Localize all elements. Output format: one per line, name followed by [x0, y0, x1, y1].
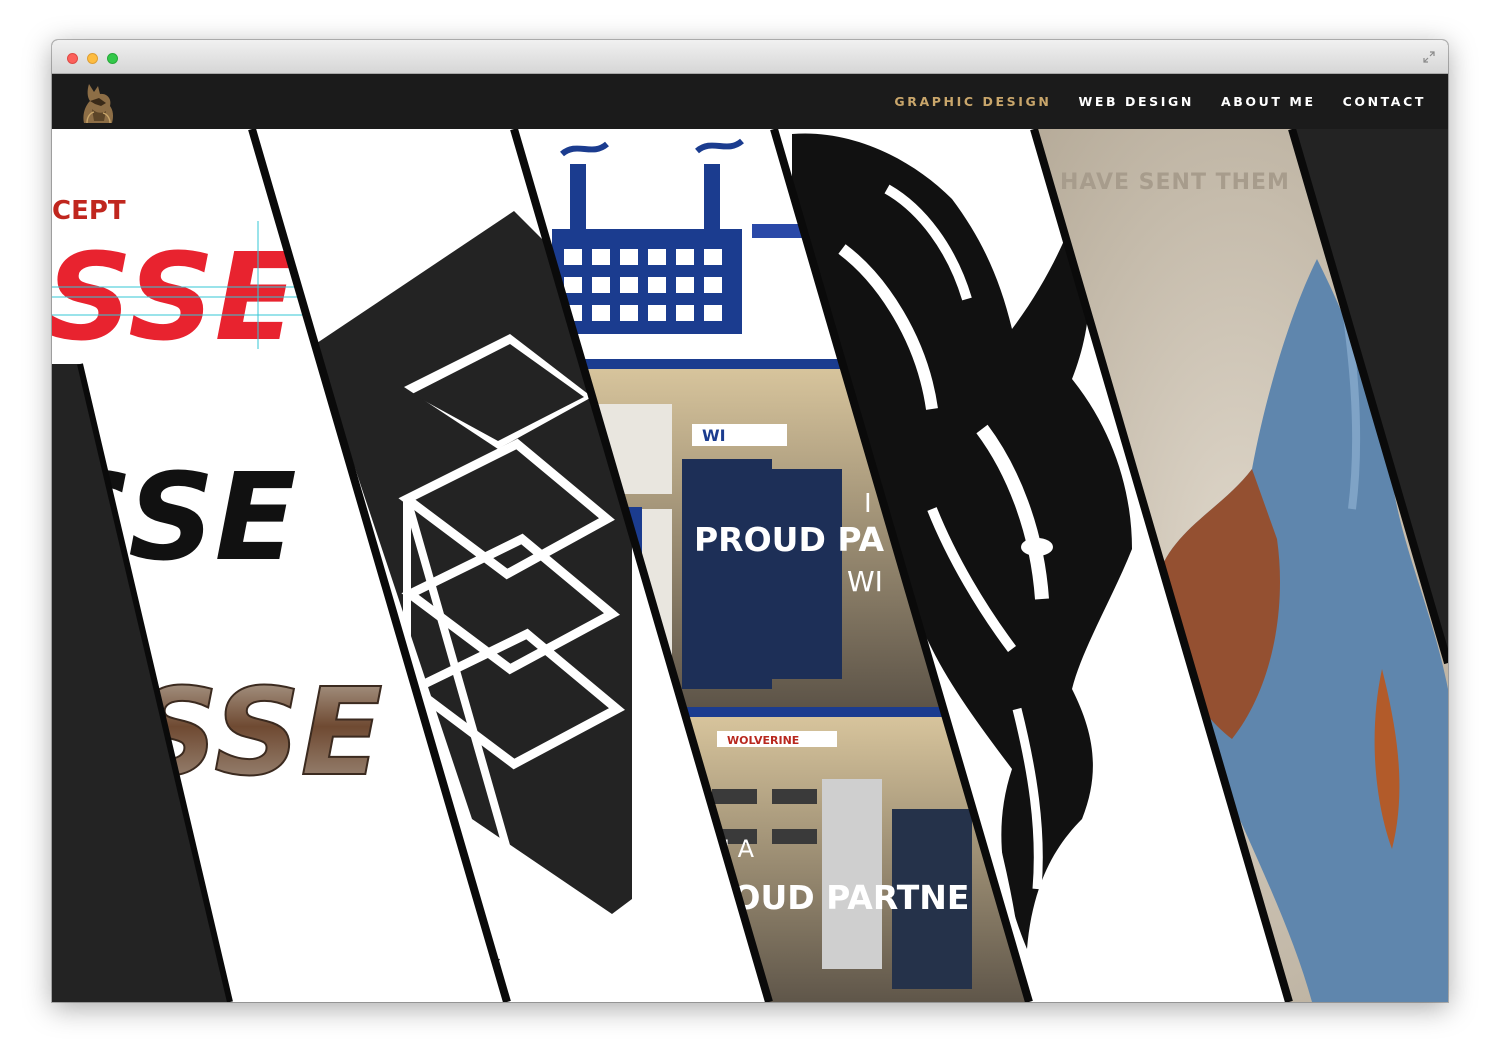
portfolio-hero: CEPT SSE N SSE SSE — [52, 129, 1448, 1002]
poster-caption: HAVE SENT THEM — [1060, 170, 1290, 195]
window-titlebar — [52, 40, 1448, 74]
tagline1-small: I — [864, 489, 872, 519]
site-header: GRAPHIC DESIGN WEB DESIGN ABOUT ME CONTA… — [52, 74, 1448, 129]
fullscreen-icon[interactable] — [1422, 50, 1436, 64]
store-sign-text-2: WOLVERINE — [727, 734, 799, 747]
wolf-logo-icon[interactable] — [72, 79, 124, 125]
logo-word-red: SSE — [52, 229, 297, 368]
browser-window: GRAPHIC DESIGN WEB DESIGN ABOUT ME CONTA… — [52, 40, 1448, 1002]
nav-web-design[interactable]: WEB DESIGN — [1078, 94, 1194, 109]
portfolio-collage: CEPT SSE N SSE SSE — [52, 129, 1448, 1002]
zoom-window-button[interactable] — [107, 53, 118, 64]
concept-label: CEPT — [52, 196, 126, 226]
main-navigation: GRAPHIC DESIGN WEB DESIGN ABOUT ME CONTA… — [867, 74, 1426, 129]
close-window-button[interactable] — [67, 53, 78, 64]
nav-graphic-design[interactable]: GRAPHIC DESIGN — [894, 94, 1051, 109]
minimize-window-button[interactable] — [87, 53, 98, 64]
nav-about-me[interactable]: ABOUT ME — [1221, 94, 1316, 109]
tagline1-text: PROUD PA — [694, 520, 884, 559]
nav-contact[interactable]: CONTACT — [1343, 94, 1426, 109]
store-sign-text: WI — [702, 426, 726, 445]
tagline1-end: WI — [847, 565, 883, 598]
